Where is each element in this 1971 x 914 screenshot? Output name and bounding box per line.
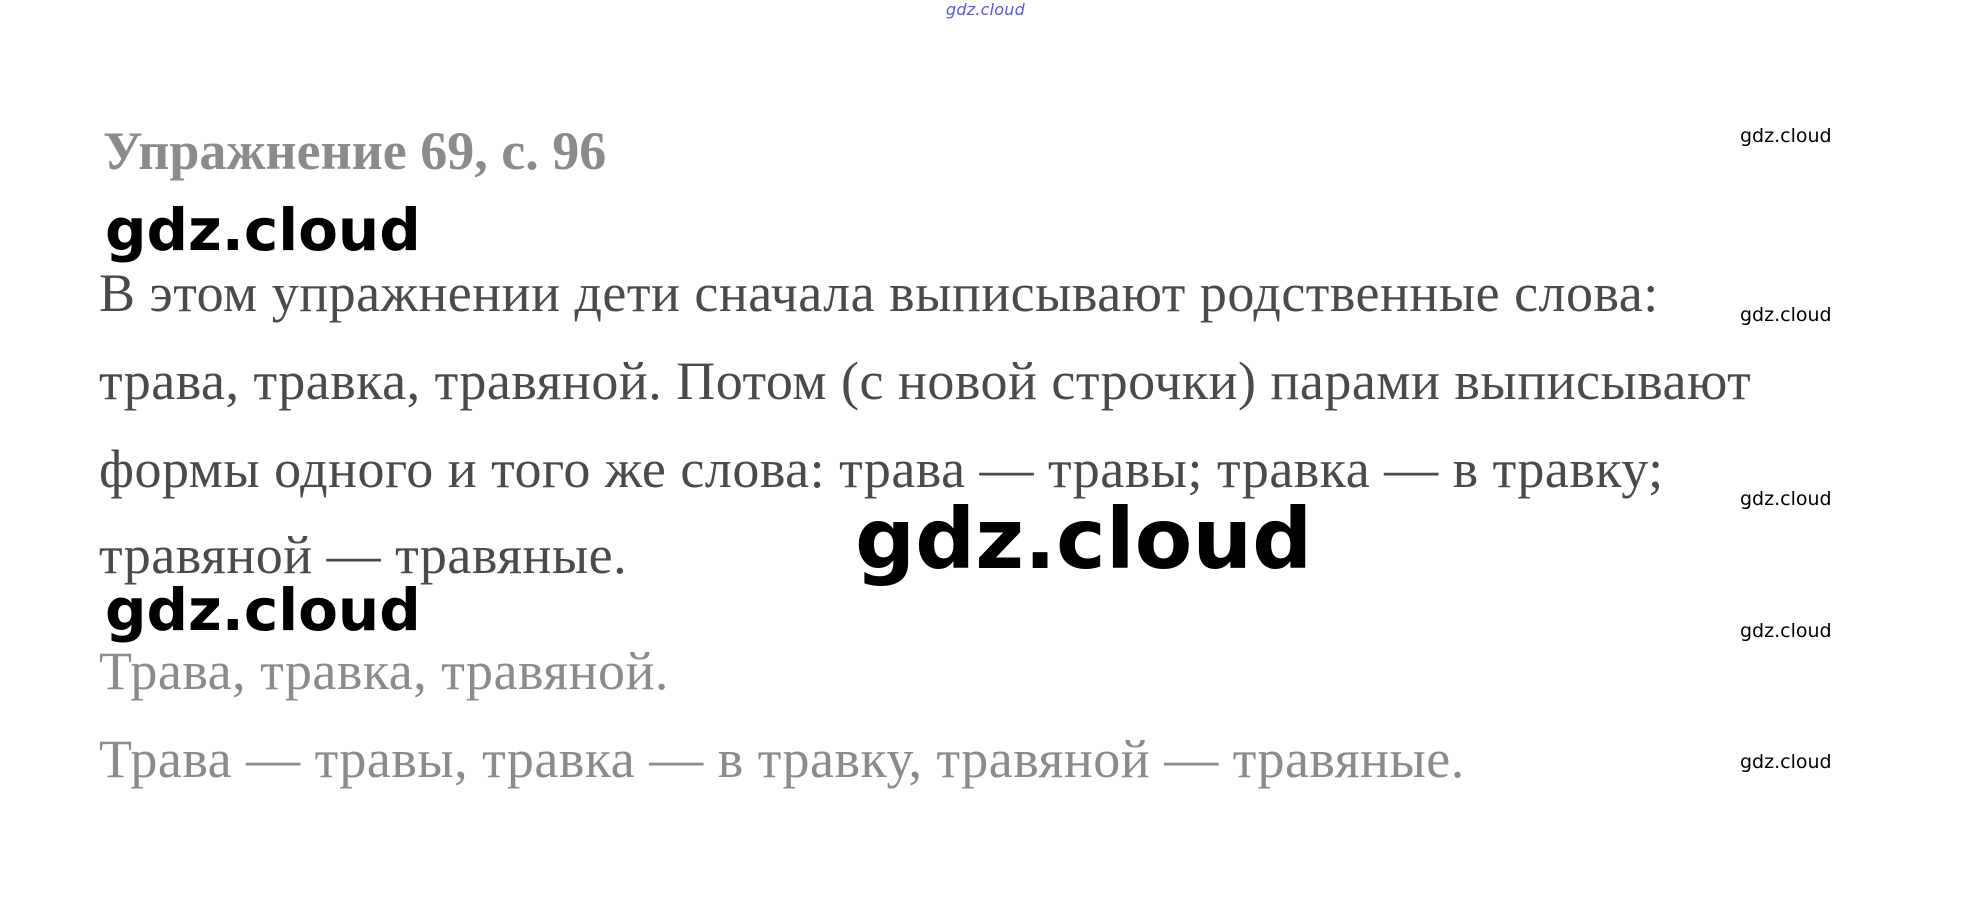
answer-line-2: Трава — травы, травка — в травку, травян… xyxy=(99,729,1465,789)
answer-line-1: Трава, травка, травяной. xyxy=(99,641,669,701)
top-watermark: gdz.cloud xyxy=(946,0,1025,19)
watermark-left-1: gdz.cloud xyxy=(105,196,421,264)
document-page: gdz.cloud Упражнение 69, с. 96 gdz.cloud… xyxy=(0,0,1971,914)
watermark-center: gdz.cloud xyxy=(855,490,1313,588)
watermark-right-1: gdz.cloud xyxy=(1740,125,1832,147)
watermark-left-2: gdz.cloud xyxy=(105,576,421,644)
body-line-2: трава, травка, травяной. Потом (с новой … xyxy=(99,351,1752,411)
watermark-right-3: gdz.cloud xyxy=(1740,488,1832,510)
exercise-title: Упражнение 69, с. 96 xyxy=(103,121,607,181)
watermark-right-5: gdz.cloud xyxy=(1740,751,1832,773)
watermark-right-4: gdz.cloud xyxy=(1740,620,1832,642)
watermark-right-2: gdz.cloud xyxy=(1740,304,1832,326)
body-line-1: В этом упражнении дети сначала выписываю… xyxy=(99,263,1659,323)
